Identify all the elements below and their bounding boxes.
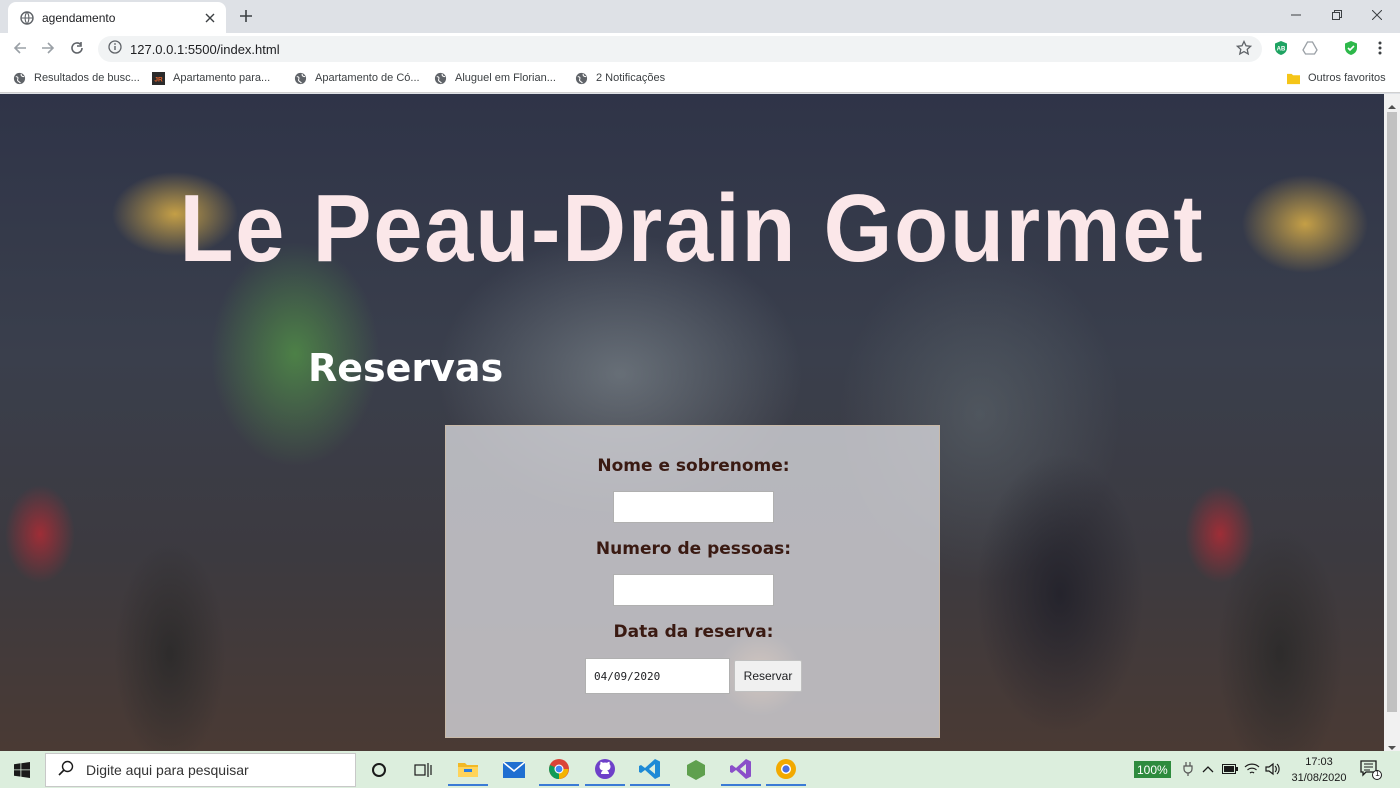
svg-text:JR: JR (154, 76, 163, 83)
menu-kebab-icon[interactable] (1372, 40, 1388, 56)
search-icon (58, 760, 74, 781)
people-label: Numero de pessoas: (595, 539, 792, 559)
battery-percentage: 100% (1134, 761, 1171, 778)
globe-icon (575, 72, 588, 85)
globe-icon (13, 72, 26, 85)
reservation-form: Nome e sobrenome: Numero de pessoas: Dat… (445, 425, 940, 738)
date-label: Data da reserva: (613, 622, 774, 642)
chrome-icon[interactable] (539, 754, 579, 786)
scroll-down-icon[interactable] (1388, 739, 1396, 750)
date-input[interactable] (585, 658, 730, 694)
other-bookmarks-label: Outros favoritos (1308, 72, 1386, 84)
browser-toolbar: 127.0.0.1:5500/index.html AB (0, 33, 1400, 63)
clock-time: 17:03 (1305, 756, 1333, 768)
battery-icon[interactable] (1222, 761, 1238, 777)
bookmark-item[interactable]: 2 Notificações (575, 69, 665, 87)
file-explorer-icon[interactable] (448, 754, 488, 786)
notification-center-icon[interactable]: 1 (1360, 760, 1382, 780)
bookmark-label: 2 Notificações (596, 72, 666, 84)
bookmarks-bar: Resultados de busc... JR Apartamento par… (0, 63, 1400, 93)
minimize-icon[interactable] (1273, 0, 1319, 30)
drive-icon[interactable] (1302, 40, 1318, 56)
clock-date: 31/08/2020 (1291, 772, 1347, 784)
bookmark-item[interactable]: Resultados de busc... (13, 69, 140, 87)
bookmark-label: Apartamento para... (173, 72, 271, 84)
taskbar-search[interactable]: Digite aqui para pesquisar (45, 753, 356, 787)
globe-icon (294, 72, 307, 85)
close-window-icon[interactable] (1354, 0, 1400, 30)
volume-icon[interactable] (1265, 761, 1281, 777)
bookmark-item[interactable]: JR Apartamento para... (152, 69, 270, 87)
site-title: Le Peau-Drain Gourmet (179, 175, 1205, 282)
chrome-canary-icon[interactable] (766, 754, 806, 786)
mail-icon[interactable] (494, 754, 534, 786)
shield-check-icon[interactable] (1343, 40, 1359, 56)
chevron-up-icon[interactable] (1200, 761, 1216, 777)
bookmark-item[interactable]: Aluguel em Florian... (434, 69, 556, 87)
github-icon[interactable] (585, 754, 625, 786)
system-clock[interactable]: 17:03 31/08/2020 (1286, 754, 1352, 786)
globe-icon (434, 72, 447, 85)
bookmark-label: Apartamento de Có... (315, 72, 420, 84)
info-icon[interactable] (108, 39, 122, 59)
task-view-icon[interactable] (403, 754, 443, 786)
taskbar: Digite aqui para pesquisar 100% 17:03 31… (0, 751, 1400, 788)
cortana-icon[interactable] (359, 754, 399, 786)
new-tab-icon[interactable] (236, 6, 256, 26)
jr-logo-icon: JR (152, 71, 165, 85)
back-arrow-icon[interactable] (10, 38, 30, 58)
people-input[interactable] (613, 574, 774, 606)
folder-icon (1287, 72, 1300, 85)
scrollbar-thumb[interactable] (1387, 112, 1397, 712)
close-tab-icon[interactable] (202, 10, 218, 26)
search-placeholder: Digite aqui para pesquisar (86, 762, 249, 778)
bookmark-label: Aluguel em Florian... (455, 72, 556, 84)
address-bar[interactable]: 127.0.0.1:5500/index.html (98, 36, 1262, 62)
visual-studio-icon[interactable] (721, 754, 761, 786)
browser-tab[interactable]: agendamento (8, 2, 226, 33)
name-label: Nome e sobrenome: (597, 456, 790, 476)
bookmark-star-icon[interactable] (1235, 39, 1253, 61)
vscode-icon[interactable] (630, 754, 670, 786)
url-text: 127.0.0.1:5500/index.html (130, 41, 280, 57)
page-scrollbar[interactable] (1384, 94, 1400, 751)
forward-arrow-icon[interactable] (38, 38, 58, 58)
wifi-icon[interactable] (1244, 761, 1260, 777)
bookmark-label: Resultados de busc... (34, 72, 140, 84)
scroll-up-icon[interactable] (1388, 98, 1396, 109)
tab-title: agendamento (42, 10, 116, 25)
tab-strip: agendamento (0, 0, 1400, 33)
name-input[interactable] (613, 491, 774, 523)
section-title: Reservas (308, 346, 504, 390)
reserve-button[interactable]: Reservar (734, 660, 802, 692)
adblock-icon[interactable]: AB (1273, 40, 1289, 56)
page-viewport: Le Peau-Drain Gourmet Reservas Nome e so… (0, 94, 1384, 751)
globe-icon (20, 10, 34, 25)
bookmark-item[interactable]: Apartamento de Có... (294, 69, 420, 87)
nodejs-icon[interactable] (676, 754, 716, 786)
svg-text:AB: AB (1277, 47, 1286, 53)
reload-icon[interactable] (67, 38, 87, 58)
windows-start-icon[interactable] (0, 751, 44, 788)
power-plug-icon[interactable] (1180, 761, 1196, 777)
other-bookmarks[interactable]: Outros favoritos (1287, 69, 1386, 87)
notification-count: 1 (1375, 769, 1380, 778)
